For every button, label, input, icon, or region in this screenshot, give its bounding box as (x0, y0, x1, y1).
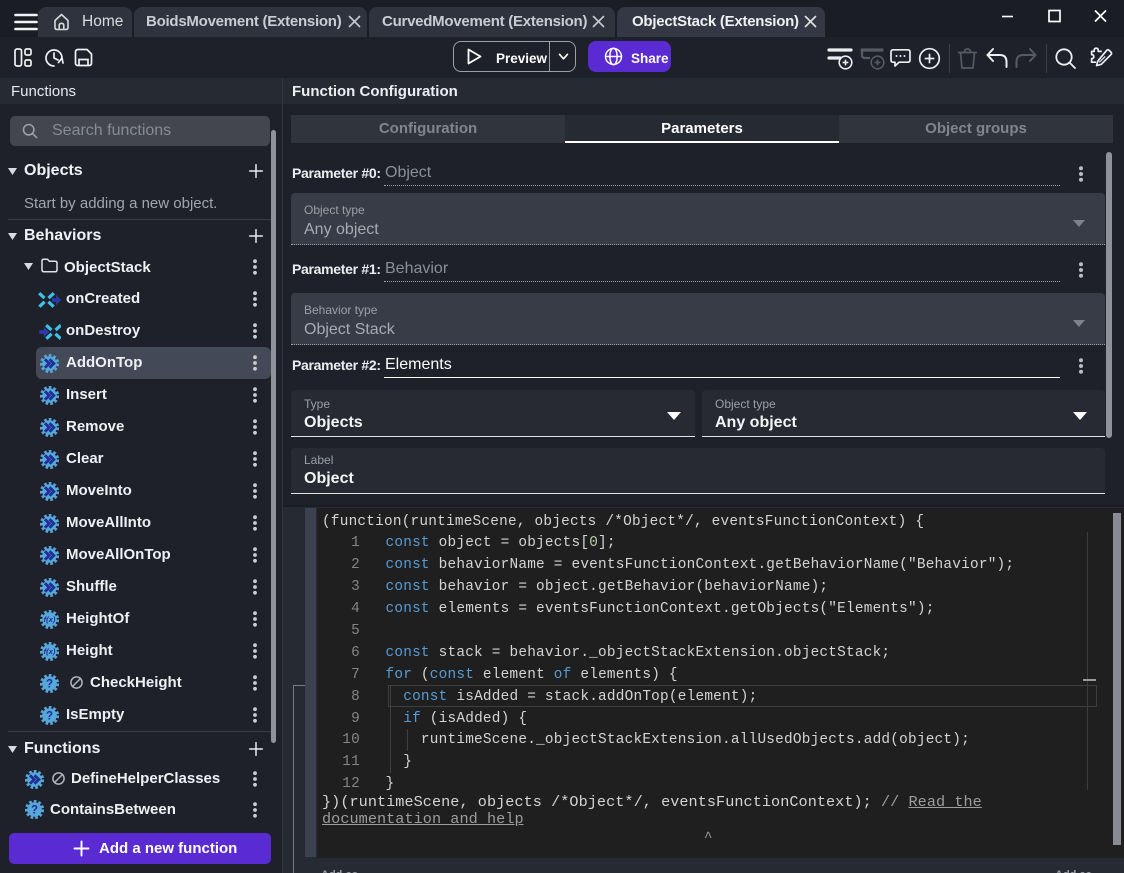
svg-text:?: ? (46, 678, 53, 690)
svg-text:?: ? (46, 710, 53, 722)
svg-text:f(x): f(x) (44, 615, 56, 624)
svg-text:?: ? (31, 804, 38, 816)
svg-text:f(x): f(x) (44, 647, 56, 656)
